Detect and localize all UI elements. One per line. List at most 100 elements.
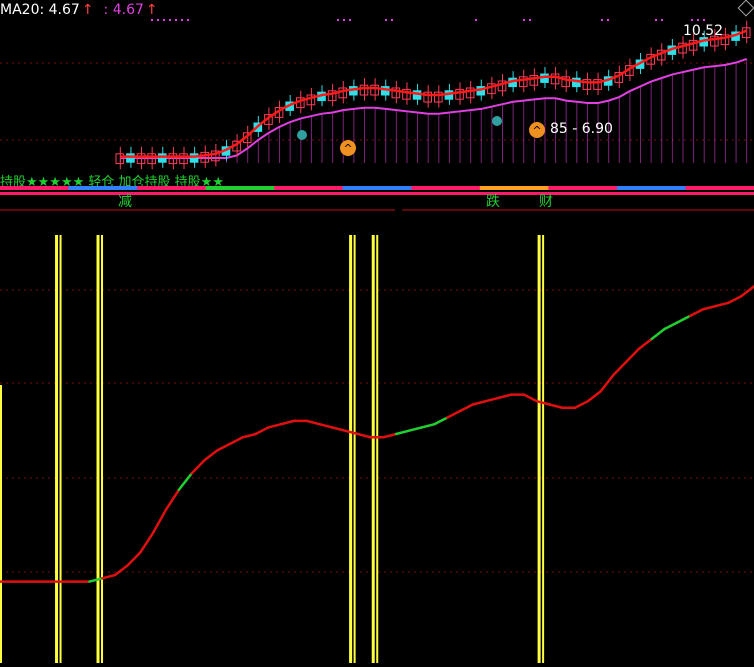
signal-label: 财 xyxy=(539,194,553,210)
cyan-dot-icon xyxy=(492,116,502,126)
trend-segment xyxy=(586,390,602,403)
ma20-arrow2: ↑ xyxy=(145,2,158,18)
top-dot xyxy=(655,19,657,21)
trend-segment xyxy=(612,360,628,377)
signal-band-segment xyxy=(411,186,481,190)
top-dot xyxy=(697,19,699,21)
top-dot xyxy=(391,19,393,21)
trend-segment xyxy=(446,409,462,419)
signal-band-segment xyxy=(616,186,687,190)
trend-segment xyxy=(164,488,181,511)
trend-segment xyxy=(739,285,754,298)
signal-label: 跌 xyxy=(486,194,500,210)
top-dot xyxy=(601,19,603,21)
signal-label: 减 xyxy=(118,194,132,210)
trend-segment xyxy=(637,337,654,350)
top-dot xyxy=(175,19,177,21)
trend-segment xyxy=(599,373,615,393)
trend-segment xyxy=(573,399,590,410)
trend-segment xyxy=(88,577,104,583)
signal-band-segment xyxy=(137,186,207,190)
trend-segment xyxy=(356,432,372,439)
signal-band-segment xyxy=(0,186,70,190)
top-dot xyxy=(385,19,387,21)
candle-body xyxy=(359,84,369,96)
top-dot xyxy=(181,19,183,21)
high-label: 10.52 xyxy=(683,23,723,39)
trend-segment xyxy=(139,531,155,554)
trend-segment xyxy=(676,314,692,324)
signal-band-segment xyxy=(548,186,618,190)
top-dot xyxy=(169,19,171,21)
trend-segment xyxy=(190,458,206,475)
top-dot xyxy=(475,19,477,21)
ma-short-line xyxy=(120,29,748,158)
ma-long-line xyxy=(120,58,748,159)
trend-segment xyxy=(548,403,564,410)
ma-header: MA20: 4.67 ↑ : 4.67 ↑ xyxy=(0,0,158,20)
trend-segment xyxy=(688,308,705,318)
top-dot xyxy=(661,19,663,21)
trend-segment xyxy=(331,426,347,432)
range-label: 85 - 6.90 xyxy=(550,121,613,137)
trend-segment xyxy=(279,419,296,426)
signal-band-segment xyxy=(479,186,550,190)
trend-segment xyxy=(382,432,398,439)
signal-band-segment xyxy=(205,186,276,190)
trend-segment xyxy=(624,347,641,364)
signal-band-segment xyxy=(342,186,413,190)
trend-segment xyxy=(484,396,500,403)
top-dot xyxy=(703,19,705,21)
trend-segment xyxy=(241,432,257,439)
buy-marker-glyph: ^ xyxy=(532,124,541,137)
signal-band-base xyxy=(0,192,754,195)
signal-band-segment xyxy=(685,186,754,190)
trend-segment xyxy=(152,508,168,534)
top-dot xyxy=(343,19,345,21)
trend-segment xyxy=(126,550,142,567)
trend-segment xyxy=(471,399,487,406)
top-dot xyxy=(187,19,189,21)
trend-segment xyxy=(100,573,117,580)
trend-segment xyxy=(522,393,538,403)
top-dot xyxy=(523,19,525,21)
trend-segment xyxy=(203,449,219,462)
top-dot xyxy=(163,19,165,21)
signal-band-segment xyxy=(274,186,344,190)
top-dot xyxy=(529,19,531,21)
candle-body xyxy=(126,153,135,163)
trend-segment xyxy=(113,563,130,577)
trend-segment xyxy=(714,301,730,308)
ma20-arrow: ↑ xyxy=(81,2,94,18)
chart-root: ^ ^ 85 - 6.90 10.52 持股★★★★★ 轻仓 加仓持股 持股★★ 减跌财 xyxy=(0,0,754,663)
trend-segment xyxy=(663,321,679,331)
top-dot xyxy=(691,19,693,21)
ma20-label: MA20: 4.67 xyxy=(0,2,80,18)
trend-segment xyxy=(701,304,717,311)
cyan-dot-icon xyxy=(297,130,307,140)
trend-segment xyxy=(177,472,193,492)
trend-segment xyxy=(394,429,411,436)
chart-svg: ^^ 85 - 6.9010.52持股★★★★★ 轻仓 加仓持股 持股★★减跌财 xyxy=(0,19,754,663)
signal-band-segment xyxy=(68,186,139,190)
trend-segment xyxy=(254,426,270,436)
trend-segment xyxy=(497,393,513,400)
buy-marker-glyph: ^ xyxy=(343,142,352,155)
trend-segment xyxy=(228,436,245,446)
trend-segment xyxy=(420,422,436,429)
trend-segment xyxy=(318,422,334,429)
trend-segment xyxy=(305,419,321,426)
top-dot xyxy=(607,19,609,21)
candle-body xyxy=(157,153,167,163)
trend-segment xyxy=(343,429,360,436)
trend-segment xyxy=(650,327,666,341)
trend-segment xyxy=(267,422,283,429)
trend-segment xyxy=(407,426,423,432)
trend-segment xyxy=(433,416,449,426)
top-dot xyxy=(337,19,339,21)
trend-segment xyxy=(458,403,475,413)
top-dot xyxy=(349,19,351,21)
trend-segment xyxy=(727,294,743,305)
trend-segment xyxy=(216,442,232,452)
ma20-value2: : 4.67 xyxy=(103,2,144,18)
